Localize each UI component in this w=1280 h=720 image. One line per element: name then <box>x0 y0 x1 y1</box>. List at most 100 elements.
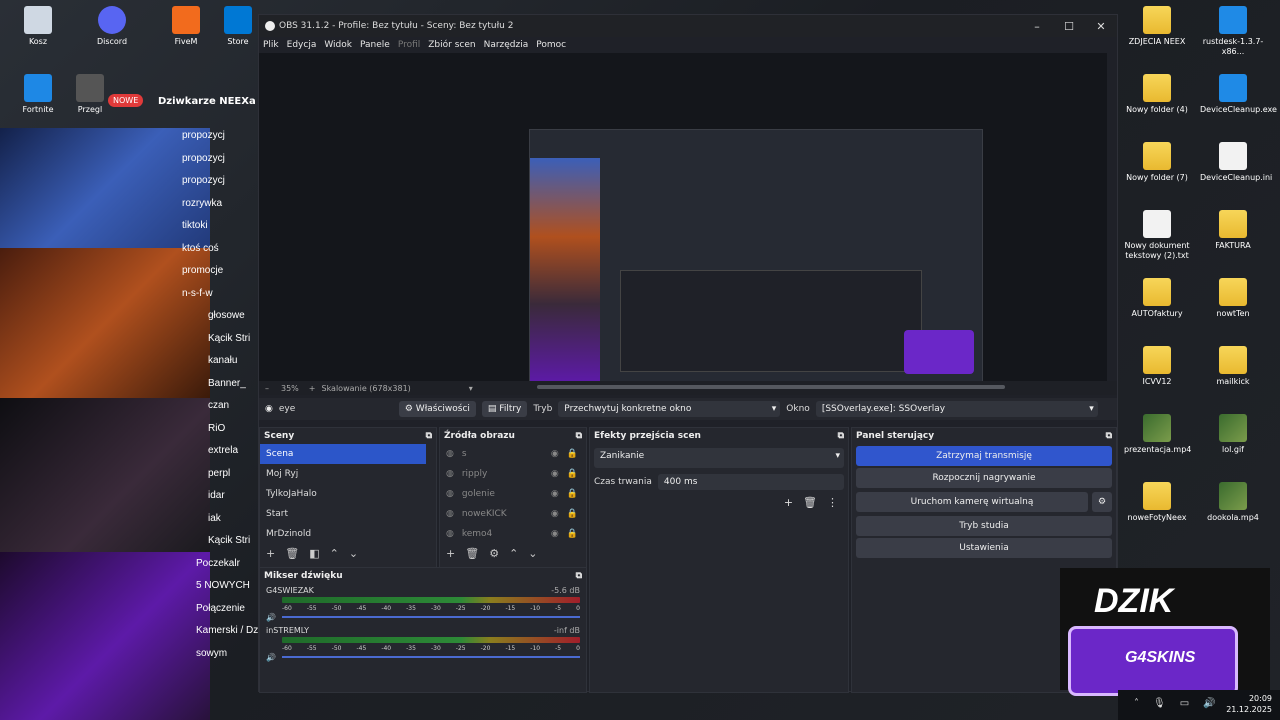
menu-narzedzia[interactable]: Narzędzia <box>484 40 529 50</box>
chat-channel[interactable]: idar <box>208 490 225 501</box>
chat-channel[interactable]: propozycj <box>182 130 225 141</box>
chat-channel[interactable]: kanału <box>208 355 237 366</box>
volume-slider[interactable] <box>281 616 580 618</box>
menu-plik[interactable]: Plik <box>263 40 279 50</box>
studio-mode-button[interactable]: Tryb studia <box>856 516 1112 536</box>
scene-item[interactable]: Scena <box>260 444 426 464</box>
chat-channel[interactable]: 5 NOWYCH <box>196 580 250 591</box>
desktop-icon[interactable]: Nowy folder (4) <box>1124 74 1190 115</box>
filters-button[interactable]: ▤ Filtry <box>481 401 528 417</box>
desktop-icon[interactable]: mailkick <box>1200 346 1266 387</box>
fivem-shortcut[interactable]: FiveM <box>154 6 218 47</box>
desktop-icon[interactable]: nowtTen <box>1200 278 1266 319</box>
minimize-icon[interactable]: – <box>1021 15 1053 37</box>
chat-channel[interactable]: propozycj <box>182 175 225 186</box>
chat-channel[interactable]: Poczekalr <box>196 558 240 569</box>
chat-channel[interactable]: ktoś coś <box>182 243 219 254</box>
start-virtual-camera-button[interactable]: Uruchom kamerę wirtualną <box>856 492 1088 512</box>
desktop-icon[interactable]: FAKTURA <box>1200 210 1266 251</box>
arrow-down-icon[interactable]: ⌄ <box>528 547 537 560</box>
microphone-icon[interactable]: 🎙 <box>1153 698 1166 709</box>
chat-channel[interactable]: n-s-f-w <box>182 288 213 299</box>
visibility-icon[interactable]: ◉ <box>551 469 559 479</box>
capture-mode-select[interactable]: Przechwytuj konkretne okno ▾ <box>558 401 781 417</box>
menu-panele[interactable]: Panele <box>360 40 390 50</box>
scene-item[interactable]: Start <box>260 504 426 524</box>
undock-icon[interactable]: ⧉ <box>576 431 582 441</box>
desktop-icon[interactable]: Nowy folder (7) <box>1124 142 1190 183</box>
preview-canvas[interactable] <box>529 129 983 385</box>
filter-icon[interactable]: ◧ <box>309 547 319 560</box>
chat-channel[interactable]: Kącik Stri <box>208 535 250 546</box>
lock-icon[interactable]: 🔒 <box>567 449 578 459</box>
source-item[interactable]: ◍ golenie ◉ 🔒 <box>440 484 586 504</box>
desktop-icon[interactable]: DeviceCleanup.ini <box>1200 142 1272 183</box>
source-item[interactable]: ◍ kemo4 ◉ 🔒 <box>440 524 586 544</box>
scene-item[interactable]: Moj Ryj <box>260 464 426 484</box>
desktop-icon[interactable]: DeviceCleanup.exe <box>1200 74 1277 115</box>
preview-area[interactable] <box>259 53 1107 385</box>
lock-icon[interactable]: 🔒 <box>567 529 578 539</box>
menu-profil[interactable]: Profil <box>398 40 420 50</box>
source-item[interactable]: ◍ s ◉ 🔒 <box>440 444 586 464</box>
chat-channel[interactable]: extrela <box>208 445 238 456</box>
arrow-up-icon[interactable]: ⌃ <box>330 547 339 560</box>
more-icon[interactable]: ⋮ <box>827 496 838 509</box>
chat-channel[interactable]: propozycj <box>182 153 225 164</box>
transition-select[interactable]: Zanikanie ▾ <box>594 448 844 468</box>
fortnite-shortcut[interactable]: Fortnite <box>6 74 70 115</box>
undock-icon[interactable]: ⧉ <box>426 431 432 441</box>
add-icon[interactable]: + <box>784 496 793 509</box>
undock-icon[interactable]: ⧉ <box>1106 431 1112 441</box>
start-recording-button[interactable]: Rozpocznij nagrywanie <box>856 468 1112 488</box>
zoom-out-icon[interactable]: – <box>265 384 269 393</box>
volume-icon[interactable]: 🔊 <box>1203 698 1215 709</box>
desktop-icon[interactable]: ICVV12 <box>1124 346 1190 387</box>
visibility-icon[interactable]: ◉ <box>551 489 559 499</box>
chat-channel[interactable]: sowym <box>196 648 227 659</box>
volume-slider[interactable] <box>281 656 580 658</box>
stop-stream-button[interactable]: Zatrzymaj transmisję <box>856 446 1112 466</box>
source-item[interactable]: ◍ noweKICK ◉ 🔒 <box>440 504 586 524</box>
chat-channel[interactable]: Połączenie <box>196 603 245 614</box>
menu-widok[interactable]: Widok <box>324 40 352 50</box>
desktop-icon[interactable]: AUTOfaktury <box>1124 278 1190 319</box>
add-icon[interactable]: + <box>266 547 275 560</box>
properties-button[interactable]: ⚙ Właściwości <box>398 401 476 417</box>
chat-channel[interactable]: głosowe <box>208 310 245 321</box>
desktop-icon[interactable]: prezentacja.mp4 <box>1124 414 1191 455</box>
desktop-icon[interactable]: noweFotyNeex <box>1124 482 1190 523</box>
arrow-up-icon[interactable]: ⌃ <box>509 547 518 560</box>
recycle-bin-icon[interactable]: Kosz <box>6 6 70 47</box>
desktop-icon[interactable]: lol.gif <box>1200 414 1266 455</box>
undock-icon[interactable]: ⧉ <box>838 431 844 441</box>
chat-channel[interactable]: RiO <box>208 423 225 434</box>
settings-button[interactable]: Ustawienia <box>856 538 1112 558</box>
browser-shortcut[interactable]: Przegl <box>70 74 110 115</box>
visibility-icon[interactable]: ◉ <box>551 449 559 459</box>
store-shortcut[interactable]: Store <box>218 6 258 47</box>
virtual-camera-settings-icon[interactable]: ⚙ <box>1092 492 1112 512</box>
network-icon[interactable]: ▭ <box>1180 698 1189 709</box>
discord-shortcut[interactable]: Discord <box>80 6 144 47</box>
desktop-icon[interactable]: Nowy dokument tekstowy (2).txt <box>1124 210 1190 261</box>
speaker-icon[interactable]: 🔊 <box>266 613 276 622</box>
clock[interactable]: 20:09 21.12.2025 <box>1226 693 1272 715</box>
menu-edycja[interactable]: Edycja <box>287 40 317 50</box>
chat-channel[interactable]: czan <box>208 400 229 411</box>
chat-channel[interactable]: Kącik Stri <box>208 333 250 344</box>
scaling-dropdown-icon[interactable]: ▾ <box>469 384 473 393</box>
desktop-icon[interactable]: ZDJECIA NEEX <box>1124 6 1190 47</box>
gear-icon[interactable]: ⚙ <box>489 547 499 560</box>
chat-channel[interactable]: rozrywka <box>182 198 222 209</box>
source-item[interactable]: ◍ ripply ◉ 🔒 <box>440 464 586 484</box>
add-icon[interactable]: + <box>446 547 455 560</box>
chat-channel[interactable]: iak <box>208 513 221 524</box>
trash-icon[interactable]: 🗑 <box>465 547 479 560</box>
zoom-in-icon[interactable]: + <box>309 384 316 393</box>
scene-item[interactable]: MrDzinold <box>260 524 426 544</box>
chat-channel[interactable]: tiktoki <box>182 220 208 231</box>
lock-icon[interactable]: 🔒 <box>567 469 578 479</box>
horizontal-scrollbar[interactable] <box>537 385 1005 389</box>
maximize-icon[interactable]: ☐ <box>1053 15 1085 37</box>
